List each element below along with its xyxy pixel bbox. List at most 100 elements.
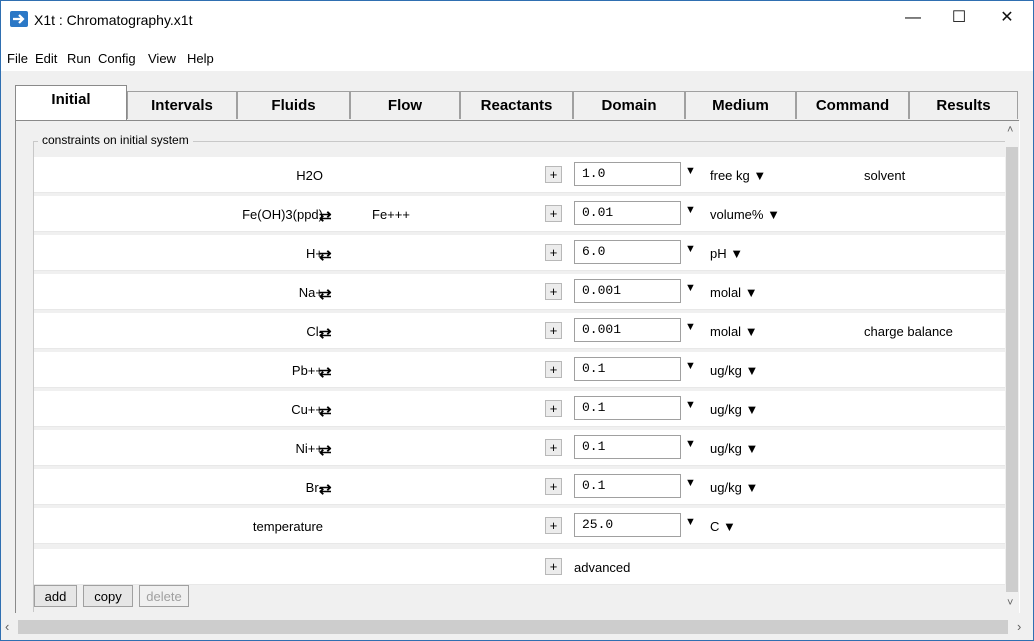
value-input[interactable]: 0.1 xyxy=(574,474,681,498)
unit-dropdown-icon: ▼ xyxy=(744,285,758,300)
value-input[interactable]: 0.001 xyxy=(574,279,681,303)
horizontal-scrollbar[interactable]: ‹ › xyxy=(1,615,1031,639)
expand-plus-button[interactable]: + xyxy=(545,478,562,495)
unit-dropdown[interactable]: volume% ▼ xyxy=(710,207,780,222)
value-input[interactable]: 0.1 xyxy=(574,396,681,420)
unit-label: molal xyxy=(710,285,742,300)
close-button[interactable]: ✕ xyxy=(984,1,1030,35)
value-dropdown-icon[interactable]: ▼ xyxy=(685,282,696,294)
tab-domain[interactable]: Domain xyxy=(573,91,685,119)
value-dropdown-icon[interactable]: ▼ xyxy=(685,243,696,255)
unit-dropdown[interactable]: ug/kg ▼ xyxy=(710,441,758,456)
expand-plus-button[interactable]: + xyxy=(545,322,562,339)
value-input[interactable]: 0.01 xyxy=(574,201,681,225)
unit-dropdown-icon: ▼ xyxy=(745,441,759,456)
value-dropdown-icon[interactable]: ▼ xyxy=(685,204,696,216)
swap-icon[interactable]: ⇄ xyxy=(319,246,332,264)
expand-plus-button[interactable]: + xyxy=(545,205,562,222)
swap-icon[interactable]: ⇄ xyxy=(319,285,332,303)
swap-icon[interactable]: ⇄ xyxy=(319,207,332,225)
expand-plus-button[interactable]: + xyxy=(545,166,562,183)
advanced-label[interactable]: advanced xyxy=(574,560,630,575)
swap-icon[interactable]: ⇄ xyxy=(319,480,332,498)
unit-dropdown[interactable]: ug/kg ▼ xyxy=(710,402,758,417)
value-input[interactable]: 25.0 xyxy=(574,513,681,537)
swap-icon[interactable]: ⇄ xyxy=(319,324,332,342)
tab-initial[interactable]: Initial xyxy=(15,85,127,121)
unit-label: volume% xyxy=(710,207,764,222)
tab-medium[interactable]: Medium xyxy=(685,91,796,119)
delete-button[interactable]: delete xyxy=(139,585,189,607)
tab-results[interactable]: Results xyxy=(909,91,1018,119)
swap-icon[interactable]: ⇄ xyxy=(319,363,332,381)
unit-dropdown[interactable]: molal ▼ xyxy=(710,324,758,339)
unit-dropdown[interactable]: molal ▼ xyxy=(710,285,758,300)
unit-dropdown[interactable]: ug/kg ▼ xyxy=(710,480,758,495)
panel-content: constraints on initial system H2O +1.0 ▼ fr… xyxy=(16,121,1019,613)
expand-plus-button[interactable]: + xyxy=(545,400,562,417)
menu-edit[interactable]: Edit xyxy=(35,51,57,66)
unit-dropdown-icon: ▼ xyxy=(745,480,759,495)
unit-dropdown-icon: ▼ xyxy=(745,402,759,417)
unit-label: C xyxy=(710,519,720,534)
value-dropdown-icon[interactable]: ▼ xyxy=(685,321,696,333)
swap-icon[interactable]: ⇄ xyxy=(319,402,332,420)
scroll-right-icon[interactable]: › xyxy=(1017,619,1021,634)
constraint-row: Cu++ ⇄ +0.1 ▼ ug/kg ▼ xyxy=(34,391,1006,427)
swapped-species-label[interactable]: Fe+++ xyxy=(372,207,410,222)
expand-plus-button[interactable]: + xyxy=(545,283,562,300)
vertical-scrollbar[interactable]: ˄ ˅ xyxy=(1005,121,1019,613)
tab-command[interactable]: Command xyxy=(796,91,909,119)
menu-help[interactable]: Help xyxy=(187,51,214,66)
value-input[interactable]: 0.1 xyxy=(574,435,681,459)
advanced-row: + advanced xyxy=(34,549,1006,585)
menu-file[interactable]: File xyxy=(7,51,28,66)
tab-flow[interactable]: Flow xyxy=(350,91,460,119)
advanced-plus-button[interactable]: + xyxy=(545,558,562,575)
expand-plus-button[interactable]: + xyxy=(545,244,562,261)
row-comment: solvent xyxy=(864,168,906,183)
unit-label: ug/kg xyxy=(710,402,742,417)
expand-plus-button[interactable]: + xyxy=(545,439,562,456)
value-input[interactable]: 6.0 xyxy=(574,240,681,264)
tab-intervals[interactable]: Intervals xyxy=(127,91,237,119)
swap-icon[interactable]: ⇄ xyxy=(319,441,332,459)
copy-button[interactable]: copy xyxy=(83,585,133,607)
value-input[interactable]: 1.0 xyxy=(574,162,681,186)
scroll-down-icon[interactable]: ˅ xyxy=(1007,597,1013,609)
value-dropdown-icon[interactable]: ▼ xyxy=(685,360,696,372)
add-button[interactable]: add xyxy=(34,585,77,607)
expand-plus-button[interactable]: + xyxy=(545,361,562,378)
value-dropdown-icon[interactable]: ▼ xyxy=(685,165,696,177)
window-title: X1t : Chromatography.x1t xyxy=(34,12,193,28)
value-input[interactable]: 0.1 xyxy=(574,357,681,381)
unit-label: free kg xyxy=(710,168,750,183)
unit-dropdown[interactable]: pH ▼ xyxy=(710,246,743,261)
value-dropdown-icon[interactable]: ▼ xyxy=(685,399,696,411)
scroll-up-icon[interactable]: ˄ xyxy=(1007,124,1013,136)
unit-dropdown-icon: ▼ xyxy=(744,324,758,339)
tab-reactants[interactable]: Reactants xyxy=(460,91,573,119)
value-dropdown-icon[interactable]: ▼ xyxy=(685,516,696,528)
maximize-button[interactable]: ☐ xyxy=(936,1,982,35)
unit-dropdown[interactable]: C ▼ xyxy=(710,519,736,534)
constraint-row: H2O +1.0 ▼ free kg ▼ solvent xyxy=(34,157,1006,193)
unit-dropdown[interactable]: ug/kg ▼ xyxy=(710,363,758,378)
menu-run[interactable]: Run xyxy=(67,51,91,66)
species-label[interactable]: temperature xyxy=(253,519,323,534)
value-input[interactable]: 0.001 xyxy=(574,318,681,342)
value-dropdown-icon[interactable]: ▼ xyxy=(685,438,696,450)
menu-view[interactable]: View xyxy=(148,51,176,66)
horizontal-scroll-thumb[interactable] xyxy=(18,620,1008,634)
tab-fluids[interactable]: Fluids xyxy=(237,91,350,119)
unit-dropdown[interactable]: free kg ▼ xyxy=(710,168,766,183)
title-bar[interactable]: X1t : Chromatography.x1t — ☐ ✕ xyxy=(1,1,1033,39)
expand-plus-button[interactable]: + xyxy=(545,517,562,534)
menu-config[interactable]: Config xyxy=(98,51,136,66)
value-dropdown-icon[interactable]: ▼ xyxy=(685,477,696,489)
scroll-left-icon[interactable]: ‹ xyxy=(5,619,9,634)
minimize-button[interactable]: — xyxy=(890,1,936,35)
species-label[interactable]: H2O xyxy=(296,168,323,183)
vertical-scroll-thumb[interactable] xyxy=(1006,147,1018,592)
species-label[interactable]: Fe(OH)3(ppd) xyxy=(242,207,323,222)
